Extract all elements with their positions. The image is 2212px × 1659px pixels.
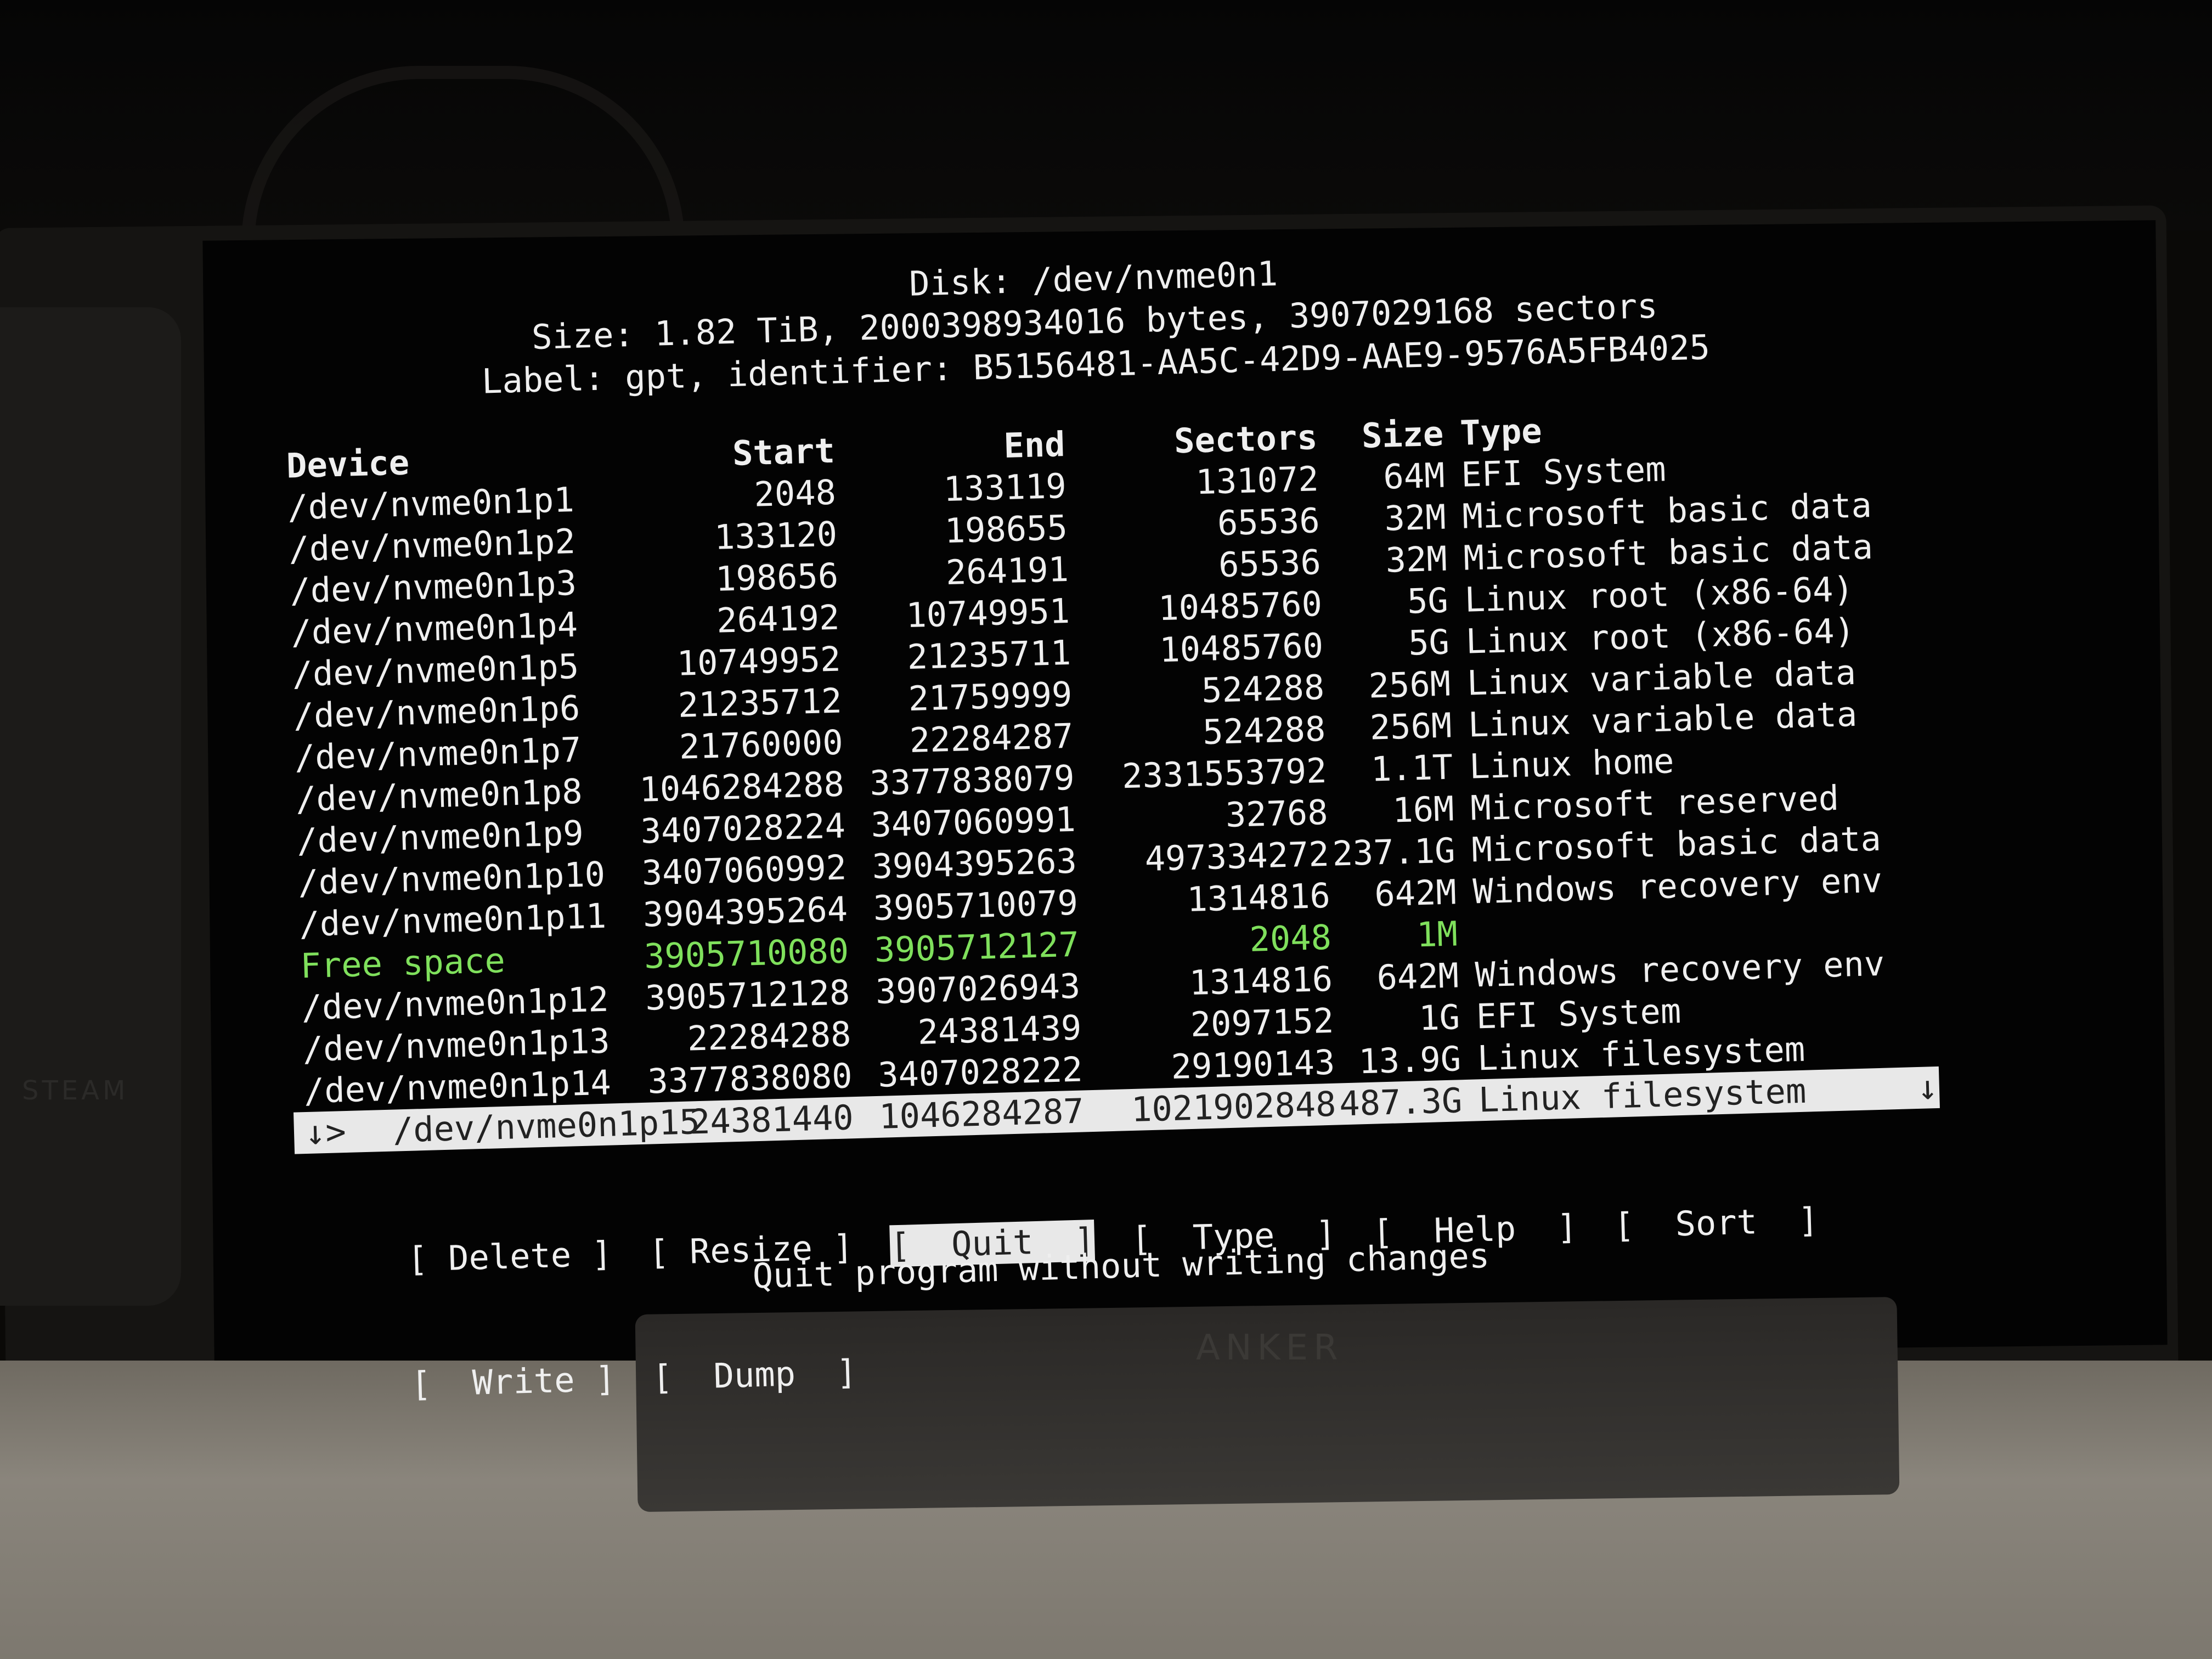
row-end: 198655 bbox=[944, 507, 1068, 551]
row-start: 1046284288 bbox=[639, 764, 845, 810]
scroll-down-indicator: ↓ bbox=[1916, 1066, 1939, 1108]
column-header-size: Size bbox=[1361, 413, 1444, 456]
row-sectors: 65536 bbox=[1217, 500, 1321, 544]
row-size: 5G bbox=[1407, 580, 1449, 622]
row-end: 10749951 bbox=[905, 590, 1071, 636]
row-start: 2048 bbox=[753, 472, 837, 515]
selected-end: 1046284287 bbox=[878, 1091, 1085, 1137]
row-sectors: 10485760 bbox=[1159, 625, 1324, 670]
row-sectors: 1314816 bbox=[1186, 875, 1331, 920]
row-end: 3905710079 bbox=[872, 882, 1079, 929]
row-sectors: 65536 bbox=[1218, 542, 1322, 585]
row-size: 237.1G bbox=[1331, 830, 1456, 874]
row-size: 16M bbox=[1392, 788, 1455, 831]
row-end: 3377838079 bbox=[869, 757, 1075, 804]
row-sectors: 10485760 bbox=[1158, 583, 1323, 629]
scroll-left-indicator: ↓> bbox=[304, 1111, 347, 1153]
row-sectors: 32768 bbox=[1224, 792, 1329, 836]
row-size: 13.9G bbox=[1358, 1039, 1462, 1082]
row-start: 3407060992 bbox=[641, 847, 847, 893]
row-start: 22284288 bbox=[686, 1014, 852, 1059]
row-size: 64M bbox=[1383, 455, 1446, 497]
row-sectors: 2048 bbox=[1249, 917, 1332, 960]
row-end: 133119 bbox=[943, 465, 1067, 510]
row-end: 3407028222 bbox=[877, 1049, 1084, 1095]
row-size: 1.1T bbox=[1370, 747, 1454, 789]
row-end: 24381439 bbox=[917, 1007, 1082, 1052]
column-header-sectors: Sectors bbox=[1173, 417, 1318, 461]
selected-start: 24381440 bbox=[689, 1097, 854, 1142]
row-start: 133120 bbox=[714, 514, 838, 557]
row-start: 21760000 bbox=[679, 722, 844, 767]
row-size: 32M bbox=[1384, 496, 1447, 539]
row-sectors: 131072 bbox=[1195, 459, 1319, 503]
row-start: 198656 bbox=[715, 555, 839, 599]
row-start: 264192 bbox=[716, 597, 840, 641]
row-size: 642M bbox=[1376, 955, 1459, 998]
row-start: 21235712 bbox=[677, 680, 843, 725]
row-end: 3407060991 bbox=[870, 799, 1076, 845]
row-size: 642M bbox=[1374, 872, 1457, 915]
row-sectors: 524288 bbox=[1201, 667, 1325, 711]
menu-line-2: [ Write ] [ Dump ] bbox=[301, 1321, 1947, 1409]
write-button[interactable]: [ Write ] bbox=[410, 1358, 616, 1405]
row-size: 5G bbox=[1408, 622, 1450, 663]
row-size: 1G bbox=[1418, 997, 1460, 1039]
row-sectors: 29190143 bbox=[1170, 1042, 1336, 1087]
selected-size: 487.3G bbox=[1339, 1080, 1463, 1124]
row-size: 1M bbox=[1416, 913, 1458, 955]
side-device-brand: STEAM bbox=[22, 1075, 129, 1106]
row-end: 3907026943 bbox=[874, 966, 1081, 1012]
column-header-end: End bbox=[1003, 424, 1066, 466]
row-end: 21235711 bbox=[906, 632, 1072, 678]
row-start: 3407028224 bbox=[640, 805, 846, 851]
row-sectors: 1314816 bbox=[1188, 958, 1333, 1003]
row-end: 3904395263 bbox=[871, 840, 1077, 887]
row-end: 22284287 bbox=[909, 715, 1074, 761]
row-end: 21759999 bbox=[907, 674, 1073, 719]
row-sectors: 2097152 bbox=[1189, 1000, 1335, 1045]
steam-deck-device bbox=[0, 307, 181, 1306]
cfdisk-terminal: Disk: /dev/nvme0n1 Size: 1.82 TiB, 20003… bbox=[270, 235, 1945, 1404]
row-start: 3904395264 bbox=[642, 889, 849, 935]
row-start: 10749952 bbox=[676, 639, 842, 684]
row-start: 3905710080 bbox=[643, 930, 850, 977]
partition-table: Device Start End Sectors Size Type /dev/… bbox=[275, 399, 1940, 1154]
dump-button[interactable]: [ Dump ] bbox=[652, 1351, 857, 1398]
row-sectors: 524288 bbox=[1202, 708, 1327, 753]
row-start: 3905712128 bbox=[645, 972, 851, 1018]
row-size: 256M bbox=[1368, 663, 1452, 706]
row-sectors: 497334272 bbox=[1144, 833, 1330, 879]
row-size: 32M bbox=[1385, 538, 1448, 580]
row-start: 3377838080 bbox=[647, 1056, 853, 1102]
row-end: 3905712127 bbox=[873, 924, 1080, 970]
column-header-start: Start bbox=[732, 430, 836, 473]
row-sectors: 2331553792 bbox=[1121, 750, 1328, 797]
row-size: 256M bbox=[1369, 705, 1453, 748]
row-end: 264191 bbox=[945, 549, 1069, 593]
selected-sectors: 1021902848 bbox=[1131, 1084, 1337, 1130]
